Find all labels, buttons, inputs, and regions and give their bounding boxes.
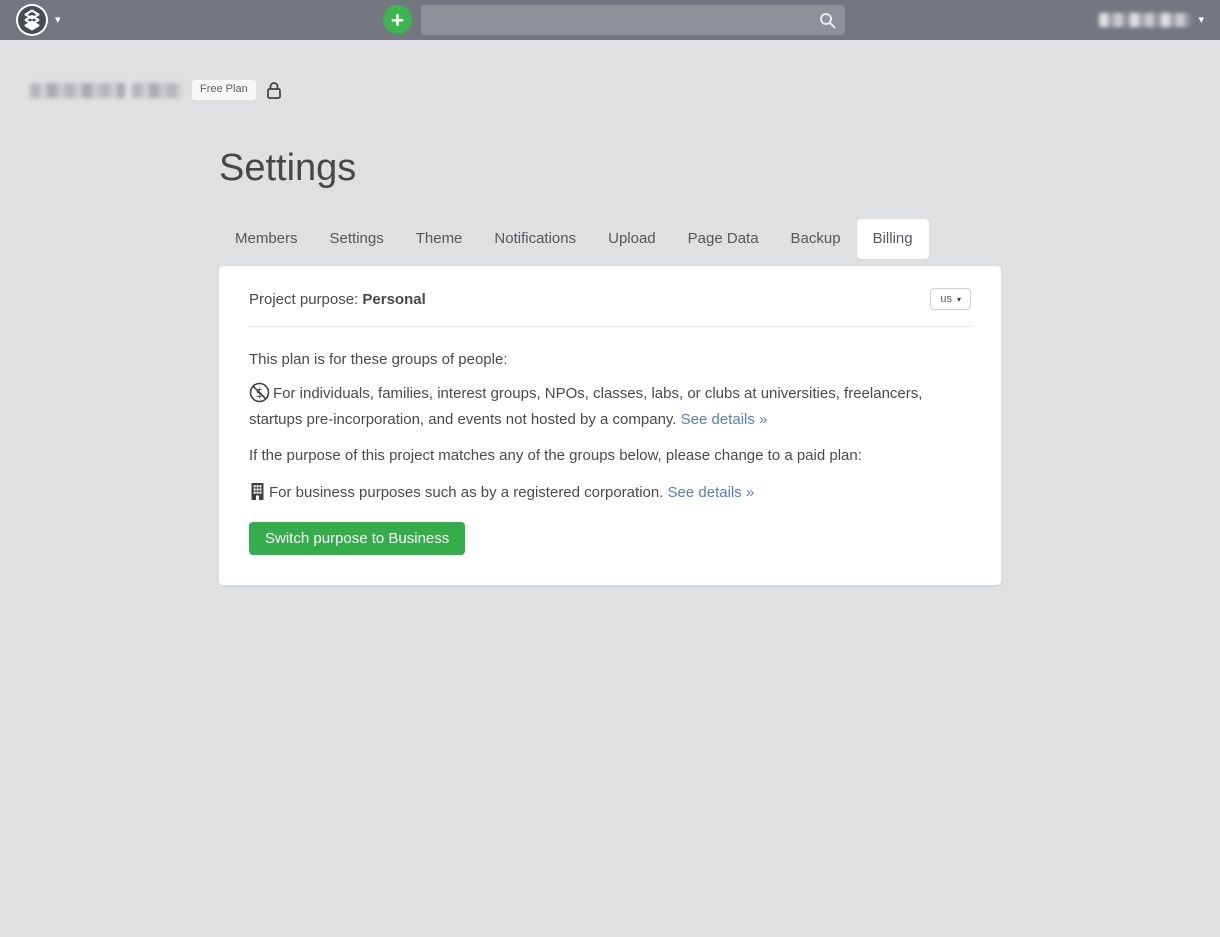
locale-dropdown-label: us	[940, 293, 952, 305]
business-description-text: For business purposes such as by a regis…	[269, 484, 663, 501]
tab-theme[interactable]: Theme	[400, 219, 479, 259]
project-switcher-caret-icon[interactable]: ▾	[55, 15, 61, 26]
settings-tabs: Members Settings Theme Notifications Upl…	[219, 219, 1001, 259]
search-input[interactable]	[421, 5, 845, 35]
locale-dropdown[interactable]: us ▾	[930, 288, 971, 310]
new-page-button[interactable]: +	[383, 5, 412, 34]
user-menu-caret-icon: ▾	[1198, 15, 1204, 26]
top-navbar: ▾ + ▾	[0, 0, 1220, 40]
user-menu[interactable]: ▾	[1099, 13, 1204, 27]
plan-intro-text: This plan is for these groups of people:	[249, 349, 971, 370]
search-icon[interactable]	[819, 12, 836, 34]
switch-purpose-button[interactable]: Switch purpose to Business	[249, 522, 465, 555]
project-header: Free Plan	[30, 80, 1220, 100]
dollar-slash-icon: $	[249, 382, 270, 409]
lock-icon	[266, 81, 282, 99]
tab-backup[interactable]: Backup	[775, 219, 857, 259]
tab-notifications[interactable]: Notifications	[478, 219, 592, 259]
personal-description-text: For individuals, families, interest grou…	[249, 385, 922, 428]
plan-badge[interactable]: Free Plan	[192, 80, 256, 99]
personal-see-details-link[interactable]: See details »	[681, 411, 768, 428]
personal-plan-description: $ For individuals, families, interest gr…	[249, 382, 971, 430]
chevron-down-icon: ▾	[957, 295, 961, 304]
change-plan-prompt: If the purpose of this project matches a…	[249, 445, 971, 466]
business-plan-description: For business purposes such as by a regis…	[249, 482, 971, 507]
username-redacted	[1099, 13, 1191, 27]
tab-page-data[interactable]: Page Data	[672, 219, 775, 259]
project-name-redacted-2[interactable]	[132, 83, 182, 98]
search-bar	[421, 5, 845, 35]
business-see-details-link[interactable]: See details »	[668, 484, 755, 501]
app-logo-icon[interactable]	[16, 4, 48, 36]
billing-panel: Project purpose: Personal us ▾ This plan…	[219, 266, 1001, 585]
tab-members[interactable]: Members	[219, 219, 314, 259]
building-icon	[249, 482, 266, 507]
project-purpose-value: Personal	[362, 291, 425, 308]
project-purpose-label: Project purpose:	[249, 291, 358, 308]
page-title: Settings	[219, 147, 1001, 189]
project-name-redacted[interactable]	[30, 83, 125, 98]
tab-upload[interactable]: Upload	[592, 219, 672, 259]
project-purpose: Project purpose: Personal	[249, 291, 426, 308]
divider	[249, 326, 971, 327]
tab-settings[interactable]: Settings	[314, 219, 400, 259]
tab-billing[interactable]: Billing	[857, 219, 929, 259]
